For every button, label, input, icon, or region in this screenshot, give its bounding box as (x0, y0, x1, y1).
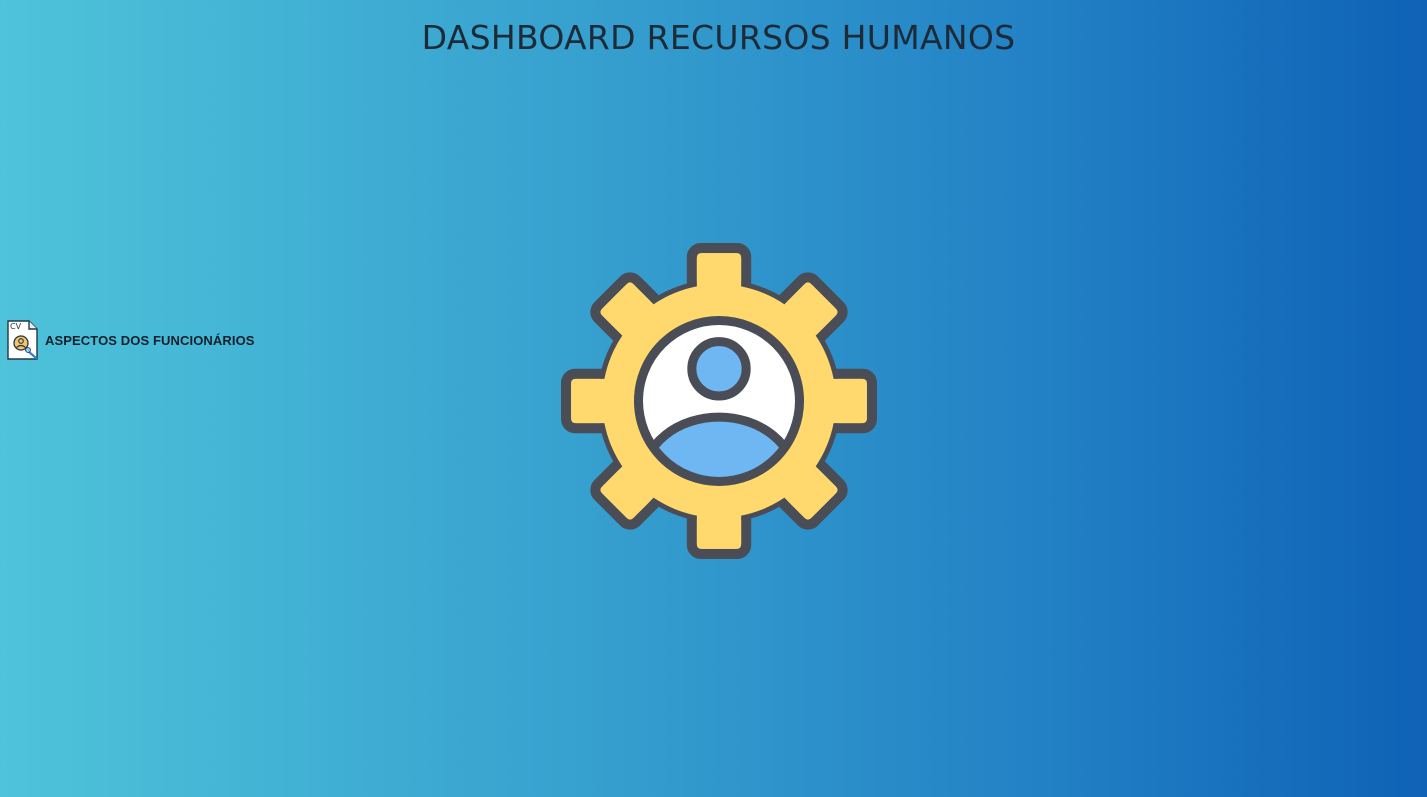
nav-item-label: ASPECTOS DOS FUNCIONÁRIOS (45, 332, 255, 348)
nav-item-aspectos-funcionarios[interactable]: CV ASPECTOS DOS FUNCIONÁRIOS (6, 319, 255, 361)
cv-document-icon: CV (7, 320, 38, 360)
page-title: DASHBOARD RECURSOS HUMANOS (421, 18, 1016, 57)
svg-text:CV: CV (10, 322, 22, 331)
gear-user-icon (561, 243, 877, 559)
